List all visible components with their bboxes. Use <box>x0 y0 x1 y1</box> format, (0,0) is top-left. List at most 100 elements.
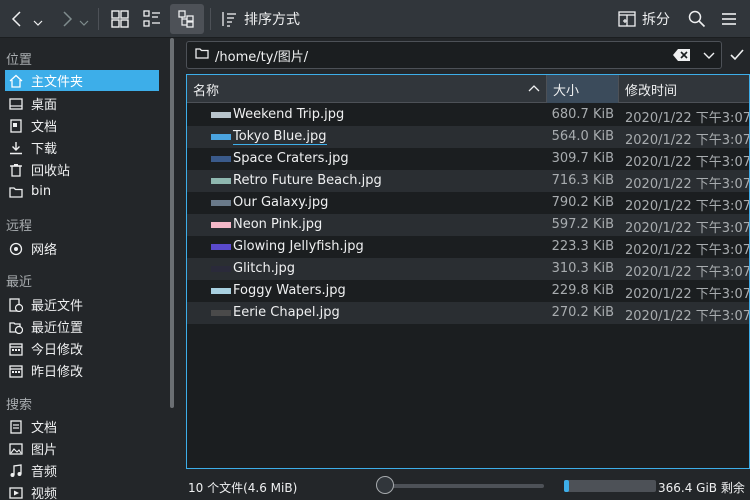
sidebar-item-trash[interactable]: 回收站 <box>5 159 159 180</box>
sidebar-item-bin[interactable]: bin <box>5 181 159 202</box>
file-modified-time: 2020/1/22 下午3:07 <box>625 111 750 126</box>
clear-icon[interactable] <box>673 48 691 66</box>
grid-view-icon <box>111 10 129 28</box>
search-icon <box>688 10 706 28</box>
calendar-icon <box>9 342 23 356</box>
sidebar-item-search-documents[interactable]: 文档 <box>5 416 159 437</box>
table-row[interactable]: Weekend Trip.jpg 680.7 KiB 2020/1/22 下午3:0… <box>187 104 750 126</box>
split-button[interactable]: 拆分 <box>618 4 678 34</box>
search-button[interactable] <box>684 4 710 34</box>
back-button[interactable] <box>6 4 46 34</box>
sidebar-item-label: 文档 <box>31 120 58 135</box>
compact-view-icon <box>143 10 160 27</box>
toolbar-separator <box>210 8 211 30</box>
file-size: 680.7 KiB <box>551 107 614 122</box>
file-name[interactable]: Weekend Trip.jpg <box>233 107 344 122</box>
sidebar-item-downloads[interactable]: 下载 <box>5 137 159 158</box>
file-name[interactable]: Eerie Chapel.jpg <box>233 305 340 320</box>
file-name[interactable]: Tokyo Blue.jpg <box>233 129 327 145</box>
table-row[interactable]: Eerie Chapel.jpg 270.2 KiB 2020/1/22 下午3:0… <box>187 302 750 324</box>
sidebar-item-search-audio[interactable]: 音频 <box>5 460 159 481</box>
file-modified-time: 2020/1/22 下午3:07 <box>625 221 750 236</box>
compact-view-button[interactable] <box>138 4 166 34</box>
column-header-size[interactable]: 大小 <box>547 75 619 103</box>
file-modified-time: 2020/1/22 下午3:07 <box>625 155 750 170</box>
file-name[interactable]: Glitch.jpg <box>233 261 295 276</box>
sidebar-item-label: 今日修改 <box>31 343 84 358</box>
sidebar-item-search-video[interactable]: 视频 <box>5 482 159 500</box>
sidebar-item-label: 最近位置 <box>31 321 84 336</box>
file-name[interactable]: Retro Future Beach.jpg <box>233 173 382 188</box>
table-row[interactable]: Space Craters.jpg 309.7 KiB 2020/1/22 下午3:… <box>187 148 750 170</box>
file-modified-time: 2020/1/22 下午3:07 <box>625 177 750 192</box>
menu-button[interactable] <box>716 4 742 34</box>
table-row[interactable]: Our Galaxy.jpg 790.2 KiB 2020/1/22 下午3:07 <box>187 192 750 214</box>
file-name[interactable]: Our Galaxy.jpg <box>233 195 328 210</box>
column-header: 名称 大小 修改时间 <box>187 75 749 103</box>
section-title-recent: 最近 <box>6 275 33 290</box>
sidebar-item-network[interactable]: 网络 <box>5 238 159 259</box>
forward-button[interactable] <box>54 4 94 34</box>
toolbar: 排序方式 拆分 <box>0 0 750 38</box>
desktop-icon <box>9 97 23 111</box>
file-name[interactable]: Foggy Waters.jpg <box>233 283 346 298</box>
image-thumbnail-icon <box>211 266 231 272</box>
free-space-bar <box>564 480 656 492</box>
column-name-label: 名称 <box>193 83 220 99</box>
table-row[interactable]: Tokyo Blue.jpg 564.0 KiB 2020/1/22 下午3:07 <box>187 126 749 148</box>
image-thumbnail-icon <box>211 244 231 250</box>
image-thumbnail-icon <box>211 310 231 316</box>
chevron-down-icon[interactable] <box>703 49 715 65</box>
file-modified-time: 2020/1/22 下午3:07 <box>625 199 750 214</box>
file-list-view[interactable]: 名称 大小 修改时间 Weekend Trip.jpg 680.7 KiB 2020… <box>186 74 750 469</box>
sidebar-scrollbar[interactable] <box>170 38 174 408</box>
sidebar-item-recent-files[interactable]: 最近文件 <box>5 294 159 315</box>
icons-view-button[interactable] <box>106 4 134 34</box>
table-row[interactable]: Foggy Waters.jpg 229.8 KiB 2020/1/22 下午3:0… <box>187 280 749 302</box>
sidebar-item-recent-locations[interactable]: 最近位置 <box>5 316 159 337</box>
file-modified-time: 2020/1/22 下午3:07 <box>625 243 750 258</box>
image-thumbnail-icon <box>211 200 231 206</box>
section-title-remote: 远程 <box>6 219 33 234</box>
file-name[interactable]: Space Craters.jpg <box>233 151 349 166</box>
file-size: 597.2 KiB <box>551 217 614 232</box>
sidebar-item-label: 文档 <box>31 421 58 436</box>
sidebar-item-search-images[interactable]: 图片 <box>5 438 159 459</box>
sidebar-item-desktop[interactable]: 桌面 <box>5 93 159 114</box>
image-thumbnail-icon <box>211 178 231 184</box>
file-name[interactable]: Glowing Jellyfish.jpg <box>233 239 364 254</box>
column-header-name[interactable]: 名称 <box>187 75 547 103</box>
calendar-icon <box>9 364 23 378</box>
table-row[interactable]: Retro Future Beach.jpg 716.3 KiB 2020/1/22… <box>187 170 750 192</box>
sort-button[interactable]: 排序方式 <box>220 4 304 34</box>
column-header-mtime[interactable]: 修改时间 <box>619 75 749 103</box>
details-view-button[interactable] <box>170 4 204 34</box>
file-modified-time: 2020/1/22 下午3:07 <box>625 309 750 324</box>
documents-icon <box>9 118 23 133</box>
selection-summary: 10 个文件(4.6 MiB) <box>188 481 298 495</box>
recent-locations-icon <box>9 320 23 334</box>
sidebar-item-modified-yesterday[interactable]: 昨日修改 <box>5 360 159 381</box>
confirm-location-button[interactable] <box>729 47 745 67</box>
toolbar-separator <box>98 8 99 30</box>
sidebar-item-home[interactable]: 主文件夹 <box>5 70 159 91</box>
download-icon <box>9 141 23 155</box>
sidebar-item-label: 昨日修改 <box>31 365 84 380</box>
free-space-text: 366.4 GiB 剩余 <box>658 481 745 495</box>
folder-icon <box>9 185 23 199</box>
sidebar-item-modified-today[interactable]: 今日修改 <box>5 338 159 359</box>
table-row[interactable]: Glowing Jellyfish.jpg 223.3 KiB 2020/1/22 … <box>187 236 750 258</box>
location-bar[interactable]: /home/ty/图片/ <box>186 41 722 69</box>
zoom-slider-handle[interactable] <box>376 476 394 494</box>
location-path[interactable]: /home/ty/图片/ <box>215 46 308 65</box>
table-row[interactable]: Glitch.jpg 310.3 KiB 2020/1/22 下午3:07 <box>187 258 749 280</box>
trash-icon <box>9 163 23 177</box>
table-row[interactable]: Neon Pink.jpg 597.2 KiB 2020/1/22 下午3:07 <box>187 214 750 236</box>
sidebar-item-documents[interactable]: 文档 <box>5 115 159 136</box>
file-name[interactable]: Neon Pink.jpg <box>233 217 322 232</box>
file-size: 564.0 KiB <box>551 129 614 144</box>
folder-icon <box>195 46 209 64</box>
image-thumbnail-icon <box>211 112 231 118</box>
split-view-icon <box>618 11 636 27</box>
zoom-slider-track[interactable] <box>384 484 544 488</box>
